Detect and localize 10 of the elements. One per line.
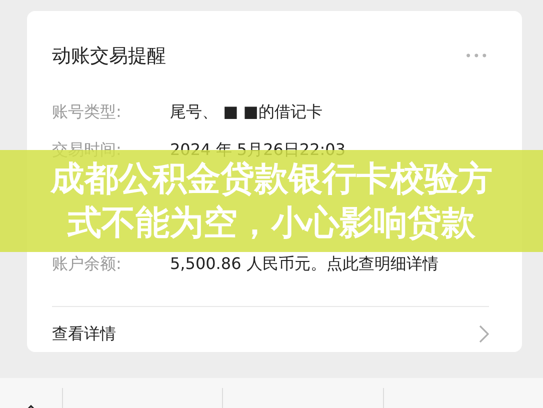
field-label: 账号类型: <box>52 101 122 123</box>
details-link[interactable]: 查看详情 <box>52 307 489 361</box>
chevron-icon <box>479 325 489 343</box>
field-value: 5,500.86 人民币元。点此查明细详情 <box>170 253 438 275</box>
field-label: 账户余额: <box>52 253 122 275</box>
field-value: 尾号、 ■ ■的借记卡 <box>170 101 322 123</box>
field-value: 2024 年 5月26日22:03 <box>170 139 346 161</box>
headline: 成都公积金贷款银行卡校验方式不能为空，小心影响贷款 <box>49 158 494 245</box>
card-title: 动账交易提醒 <box>52 44 166 69</box>
field-label: 交易时间: <box>52 139 122 161</box>
